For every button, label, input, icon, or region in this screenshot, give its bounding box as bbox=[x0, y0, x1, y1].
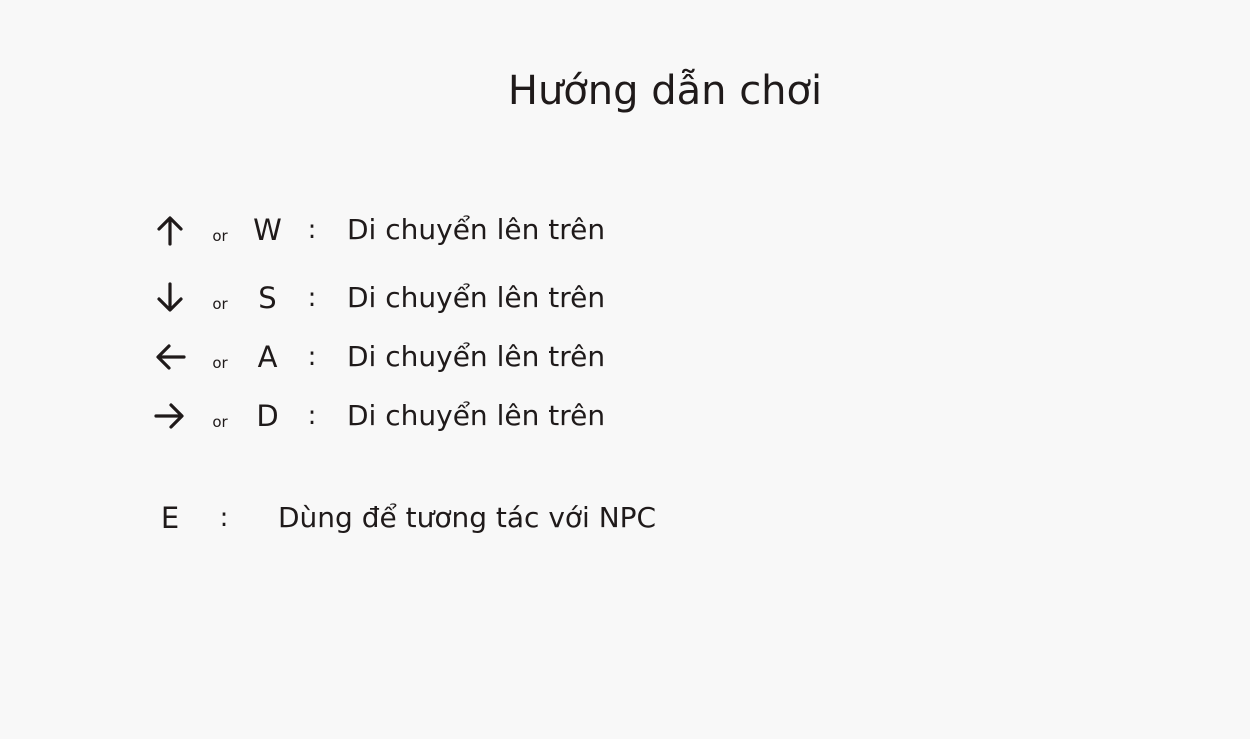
key-d: D bbox=[256, 399, 279, 433]
arrow-up-icon bbox=[150, 210, 190, 250]
control-row-left: or A : Di chuyển lên trên bbox=[0, 337, 700, 377]
control-description: Di chuyển lên trên bbox=[347, 281, 606, 314]
separator: : bbox=[307, 283, 317, 313]
key-e: E bbox=[160, 501, 180, 535]
separator: : bbox=[219, 503, 229, 533]
arrow-right-icon bbox=[150, 396, 190, 436]
control-row-right: or D : Di chuyển lên trên bbox=[0, 396, 700, 436]
key-w: W bbox=[253, 213, 282, 247]
control-description: Di chuyển lên trên bbox=[347, 399, 606, 432]
or-label: or bbox=[212, 295, 228, 313]
control-description: Di chuyển lên trên bbox=[347, 340, 606, 373]
or-label: or bbox=[212, 354, 228, 372]
separator: : bbox=[307, 215, 317, 245]
key-s: S bbox=[258, 281, 277, 315]
control-row-down: or S : Di chuyển lên trên bbox=[0, 278, 700, 318]
page-title: Hướng dẫn chơi bbox=[507, 68, 823, 114]
separator: : bbox=[307, 401, 317, 431]
or-label: or bbox=[212, 227, 228, 245]
interact-description: Dùng để tương tác với NPC bbox=[278, 501, 657, 534]
arrow-down-icon bbox=[150, 278, 190, 318]
or-label: or bbox=[212, 413, 228, 431]
separator: : bbox=[307, 342, 317, 372]
control-row-up: or W : Di chuyển lên trên bbox=[0, 210, 700, 250]
control-description: Di chuyển lên trên bbox=[347, 213, 606, 246]
arrow-left-icon bbox=[150, 337, 190, 377]
key-a: A bbox=[257, 340, 278, 374]
